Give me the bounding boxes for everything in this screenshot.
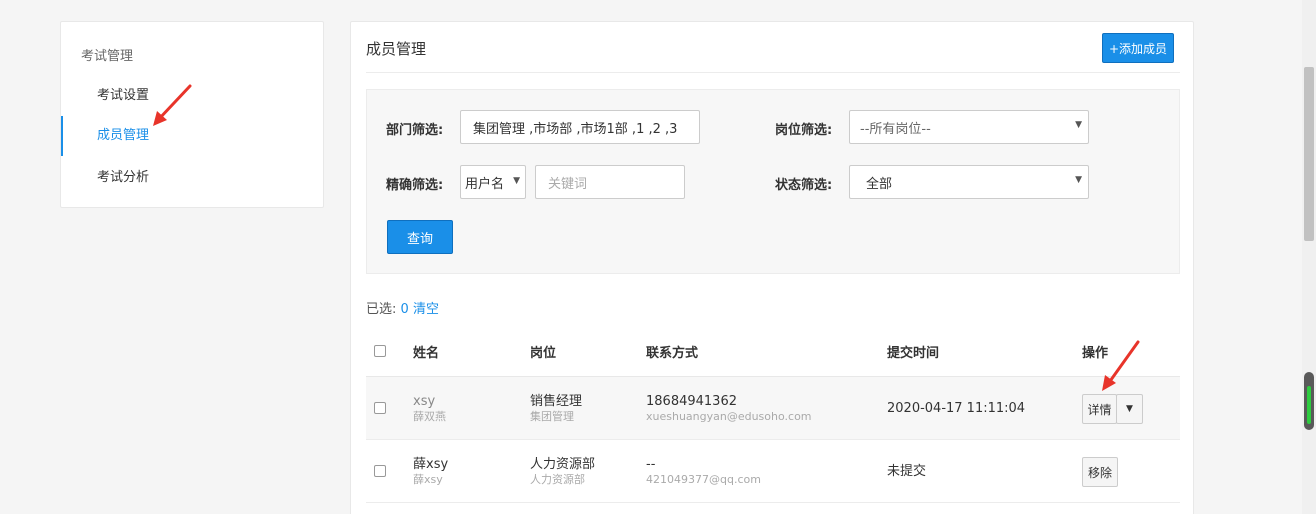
- remove-button[interactable]: 移除: [1082, 457, 1118, 487]
- row-submit-time: 2020-04-17 11:11:04: [887, 401, 1026, 416]
- row-name-secondary: 薛双燕: [413, 410, 446, 423]
- caret-down-icon: ▼: [1075, 120, 1082, 130]
- row-position-secondary: 人力资源部: [530, 473, 585, 486]
- row-position-primary: 人力资源部: [530, 457, 596, 472]
- row-name-secondary: 薛xsy: [413, 473, 443, 486]
- annotation-arrow-icon: [153, 84, 192, 126]
- sidebar-item-exam-analysis[interactable]: 考试分析: [61, 158, 323, 198]
- position-filter-select[interactable]: --所有岗位-- ▼: [849, 110, 1089, 144]
- row-position-secondary: 集团管理: [530, 410, 574, 423]
- department-filter-label: 部门筛选:: [386, 123, 444, 138]
- keyword-placeholder: 关键词: [548, 176, 588, 192]
- caret-down-icon: ▼: [1075, 175, 1082, 185]
- status-filter-value: 全部: [866, 176, 893, 192]
- header-name: 姓名: [413, 346, 440, 361]
- annotation-arrow-icon: [1102, 340, 1140, 391]
- position-filter-label: 岗位筛选:: [775, 123, 833, 138]
- scrollbar-thumb[interactable]: [1304, 67, 1314, 241]
- exact-field-select[interactable]: 用户名 ▼: [460, 165, 526, 199]
- page-scrollbar[interactable]: [1302, 0, 1316, 514]
- add-member-button[interactable]: +添加成员: [1102, 33, 1174, 63]
- row-position: 销售经理 集团管理: [530, 394, 582, 423]
- table-header: 姓名 岗位 联系方式 提交时间 操作: [366, 325, 1180, 377]
- title-divider: [366, 72, 1180, 73]
- row-checkbox[interactable]: [374, 402, 386, 414]
- main-panel: 成员管理 +添加成员 部门筛选: 集团管理 ,市场部 ,市场1部 ,1 ,2 ,…: [350, 21, 1194, 514]
- details-button[interactable]: 详情: [1082, 394, 1117, 424]
- row-name-primary: 薛xsy: [413, 457, 449, 472]
- query-button[interactable]: 查询: [387, 220, 453, 254]
- scroll-indicator-widget: [1304, 372, 1314, 430]
- member-table: 姓名 岗位 联系方式 提交时间 操作 xsy 薛双燕 销售经理 集团管理 186…: [366, 325, 1180, 503]
- exact-field-value: 用户名: [465, 176, 505, 192]
- exact-filter-label: 精确筛选:: [386, 178, 444, 193]
- clear-selection-link[interactable]: 清空: [413, 302, 439, 317]
- row-contact: -- 421049377@qq.com: [646, 457, 761, 486]
- caret-down-icon: ▼: [1126, 404, 1133, 414]
- row-contact: 18684941362 xueshuangyan@edusoho.com: [646, 394, 812, 423]
- row-contact-secondary: xueshuangyan@edusoho.com: [646, 410, 812, 423]
- sidebar-heading: 考试管理: [81, 49, 134, 64]
- row-checkbox[interactable]: [374, 465, 386, 477]
- status-filter-select[interactable]: 全部 ▼: [849, 165, 1089, 199]
- department-filter-input[interactable]: 集团管理 ,市场部 ,市场1部 ,1 ,2 ,3: [460, 110, 700, 144]
- department-filter-value: 集团管理 ,市场部 ,市场1部 ,1 ,2 ,3: [473, 121, 678, 137]
- select-all-checkbox[interactable]: [374, 345, 386, 357]
- page-title: 成员管理: [366, 40, 427, 58]
- header-submit-time: 提交时间: [887, 346, 940, 361]
- position-filter-value: --所有岗位--: [860, 121, 931, 137]
- header-contact: 联系方式: [646, 346, 699, 361]
- caret-down-icon: ▼: [513, 176, 520, 186]
- filter-panel: 部门筛选: 集团管理 ,市场部 ,市场1部 ,1 ,2 ,3 岗位筛选: --所…: [366, 89, 1180, 274]
- row-contact-primary: 18684941362: [646, 394, 737, 409]
- table-row: xsy 薛双燕 销售经理 集团管理 18684941362 xueshuangy…: [366, 377, 1180, 440]
- row-position-primary: 销售经理: [530, 394, 583, 409]
- row-name: 薛xsy 薛xsy: [413, 457, 448, 486]
- selection-count: 0: [400, 302, 409, 317]
- row-name-primary: xsy: [413, 394, 436, 409]
- header-position: 岗位: [530, 346, 557, 361]
- row-contact-primary: --: [646, 457, 656, 472]
- row-position: 人力资源部 人力资源部: [530, 457, 595, 486]
- table-row: 薛xsy 薛xsy 人力资源部 人力资源部 -- 421049377@qq.co…: [366, 440, 1180, 503]
- row-name: xsy 薛双燕: [413, 394, 446, 423]
- row-submit-time: 未提交: [887, 464, 927, 479]
- selection-prefix: 已选:: [366, 302, 397, 317]
- more-actions-dropdown[interactable]: ▼: [1116, 394, 1143, 424]
- status-filter-label: 状态筛选:: [775, 178, 833, 193]
- scroll-indicator-bar: [1307, 386, 1311, 424]
- selection-summary: 已选: 0 清空: [366, 298, 439, 317]
- row-contact-secondary: 421049377@qq.com: [646, 473, 761, 486]
- keyword-input[interactable]: 关键词: [535, 165, 685, 199]
